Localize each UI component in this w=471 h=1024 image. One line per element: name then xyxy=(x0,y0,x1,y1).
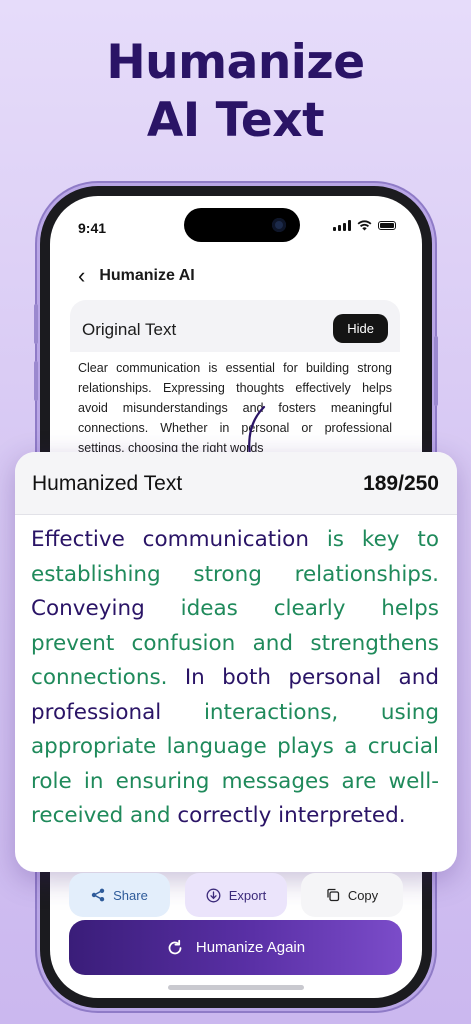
text-segment: Conveying xyxy=(31,596,181,621)
original-text-heading: Original Text xyxy=(82,320,177,339)
signal-icon xyxy=(333,220,351,231)
export-icon xyxy=(206,888,221,902)
humanized-text-heading: Humanized Text xyxy=(32,472,183,495)
character-count: 189/250 xyxy=(363,472,439,495)
share-icon xyxy=(91,888,105,902)
humanize-again-button[interactable]: Humanize Again xyxy=(69,920,402,975)
headline-line-1: Humanize xyxy=(106,35,365,90)
share-label: Share xyxy=(113,887,148,903)
hide-button[interactable]: Hide xyxy=(333,314,388,343)
status-time: 9:41 xyxy=(78,220,107,236)
copy-label: Copy xyxy=(347,887,379,903)
action-row: Share Export Copy xyxy=(69,873,403,917)
refresh-icon xyxy=(168,939,182,954)
headline: Humanize AI Text xyxy=(0,34,471,150)
humanized-text-body: Effective communication is key to establ… xyxy=(31,523,439,834)
original-text-card: Original Text Hide Clear communication i… xyxy=(70,300,400,470)
humanized-text-card: Humanized Text 189/250 Effective communi… xyxy=(15,452,457,872)
headline-line-2: AI Text xyxy=(146,93,325,148)
copy-button[interactable]: Copy xyxy=(301,873,403,917)
status-bar: 9:41 xyxy=(50,196,422,244)
text-segment: Effective communication xyxy=(31,527,327,552)
phone-power-button xyxy=(434,336,438,406)
humanize-again-label: Humanize Again xyxy=(195,939,306,956)
back-chevron-icon[interactable]: ‹ xyxy=(78,265,85,287)
humanized-card-header: Humanized Text 189/250 xyxy=(15,452,457,515)
export-label: Export xyxy=(228,887,267,903)
battery-icon xyxy=(378,221,396,230)
camera-icon xyxy=(272,218,286,232)
phone-side-button xyxy=(34,361,38,401)
nav-bar: ‹ Humanize AI xyxy=(78,265,195,287)
home-indicator xyxy=(168,985,304,990)
text-segment: correctly interpreted. xyxy=(177,803,406,828)
status-icons xyxy=(333,220,396,231)
share-button[interactable]: Share xyxy=(69,873,170,917)
copy-icon xyxy=(327,888,339,902)
phone-side-button xyxy=(34,304,38,344)
dynamic-island xyxy=(184,208,300,242)
wifi-icon xyxy=(357,220,372,231)
export-button[interactable]: Export xyxy=(185,873,287,917)
screen-title: Humanize AI xyxy=(99,267,195,284)
